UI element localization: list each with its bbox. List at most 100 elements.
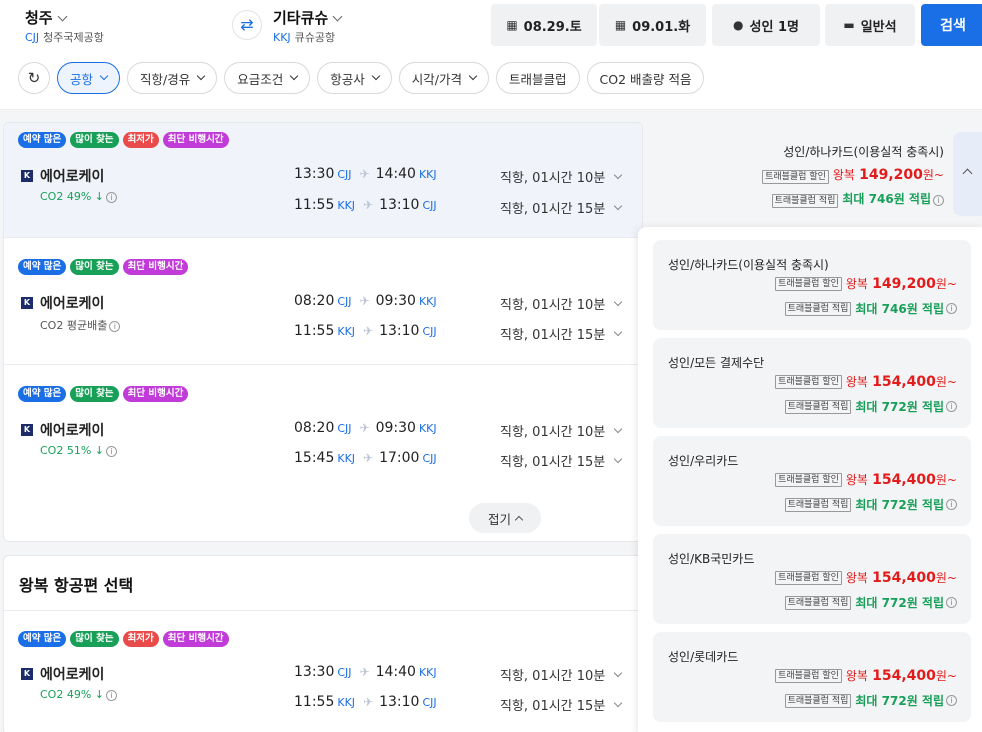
outbound-duration[interactable]: 직항, 01시간 10분 xyxy=(500,167,623,186)
points-line: 트래블클럽 적립 최대 746원 적립 i xyxy=(762,190,944,208)
cabin-button[interactable]: ▬ 일반석 xyxy=(825,4,915,46)
return-date: 09.01.화 xyxy=(632,19,691,35)
arr-airport: CJJ xyxy=(422,695,437,709)
discount-line: 트래블클럽 할인 왕복 154,400 원~ xyxy=(775,471,957,488)
duration-text: 직항, 01시간 10분 xyxy=(500,425,606,440)
swap-icon[interactable]: ⇄ xyxy=(232,10,262,40)
points-line: 트래블클럽 적립 최대 772원 적립 i xyxy=(784,594,957,611)
departure-date-button[interactable]: ▦ 08.29.토 xyxy=(491,4,597,46)
info-icon[interactable]: i xyxy=(946,597,957,608)
price: 154,400 xyxy=(872,471,936,488)
price-option[interactable]: 성인/우리카드 트래블클럽 할인 왕복 154,400 원~ 트래블클럽 적립 최대 … xyxy=(653,436,971,526)
flight-item[interactable]: 예약 많은 많이 찾는 최저가 최단 비행시간 K 에어로케이 CO2 49% ↓… xyxy=(4,611,642,732)
chevron-down-icon xyxy=(614,698,623,707)
won-suffix: 원~ xyxy=(935,669,957,683)
return-leg: 11:55 KKJ ✈ 13:10 CJJ xyxy=(294,323,443,339)
outbound-leg: 08:20 CJJ ✈ 09:30 KKJ xyxy=(294,420,443,436)
filter-fare[interactable]: 요금조건 xyxy=(224,62,311,94)
price: 149,200 xyxy=(872,275,936,292)
dep-airport: KKJ xyxy=(337,451,356,465)
reload-icon[interactable]: ↻ xyxy=(18,62,50,94)
price-collapse-button[interactable] xyxy=(953,132,982,216)
origin-city-selector[interactable]: 청주 xyxy=(25,7,68,28)
price: 154,400 xyxy=(872,569,936,586)
arr-airport: KKJ xyxy=(418,167,437,181)
return-duration[interactable]: 직항, 01시간 15분 xyxy=(500,324,623,343)
chevron-down-icon xyxy=(468,71,478,81)
chevron-down-icon xyxy=(57,11,68,22)
discount-line: 트래블클럽 할인왕복 149,200원~ xyxy=(775,275,957,292)
price-option[interactable]: 성인/롯데카드 트래블클럽 할인 왕복 154,400 원~ 트래블클럽 적립 최대 … xyxy=(653,632,971,722)
search-button[interactable]: 검색 xyxy=(921,4,982,46)
info-icon[interactable]: i xyxy=(933,195,944,206)
duration-text: 직항, 01시간 10분 xyxy=(500,171,606,186)
filter-co2[interactable]: CO2 배출량 적음 xyxy=(586,62,705,94)
dep-time: 11:55 xyxy=(294,323,335,339)
calendar-icon: ▦ xyxy=(506,18,518,32)
co2-info: CO2 51% ↓ i xyxy=(40,444,117,457)
duration-text: 직항, 01시간 15분 xyxy=(500,455,606,470)
info-icon[interactable]: i xyxy=(109,321,121,332)
dep-airport: CJJ xyxy=(337,665,352,679)
airline-logo-icon: K xyxy=(21,424,33,436)
dep-airport: CJJ xyxy=(337,421,352,435)
discount-line: 트래블클럽 할인왕복 149,200원~ xyxy=(762,166,944,184)
chevron-down-icon xyxy=(371,71,381,81)
won-suffix: 원~ xyxy=(935,571,957,585)
flight-group-card: 예약 많은 많이 찾는 최저가 최단 비행시간 K 에어로케이 CO2 49% ↓… xyxy=(3,122,643,542)
chevron-down-icon xyxy=(614,668,623,677)
outbound-duration[interactable]: 직항, 01시간 10분 xyxy=(500,665,623,684)
dep-time: 08:20 xyxy=(294,293,335,309)
filter-time-price[interactable]: 시각/가격 xyxy=(398,62,489,94)
outbound-duration[interactable]: 직항, 01시간 10분 xyxy=(500,421,623,440)
co2-text: CO2 51% ↓ xyxy=(40,444,104,457)
return-leg: 11:55 KKJ ✈ 13:10 CJJ xyxy=(294,197,443,213)
co2-info: CO2 평균배출 i xyxy=(40,317,121,333)
price: 154,400 xyxy=(872,373,936,390)
price-summary[interactable]: 성인/하나카드(이용실적 충족시) 트래블클럽 할인 왕복 149,200원~ 트… xyxy=(762,143,944,208)
info-icon[interactable]: i xyxy=(946,499,957,510)
info-icon[interactable]: i xyxy=(106,446,117,457)
price-option[interactable]: 성인/모든 결제수단 트래블클럽 할인 왕복 154,400 원~ 트래블클럽 적립… xyxy=(653,338,971,428)
roundtrip-label: 왕복 xyxy=(845,571,868,585)
flight-item[interactable]: 예약 많은 많이 찾는 최단 비행시간 K 에어로케이 CO2 평균배출 i 08:… xyxy=(4,238,642,364)
info-icon[interactable]: i xyxy=(106,690,117,701)
filter-label: CO2 배출량 적음 xyxy=(599,71,692,87)
filter-airport[interactable]: 공항 xyxy=(57,62,121,94)
outbound-duration[interactable]: 직항, 01시간 10분 xyxy=(500,294,623,313)
return-duration[interactable]: 직항, 01시간 15분 xyxy=(500,451,623,470)
filter-direct[interactable]: 직항/경유 xyxy=(127,62,218,94)
info-icon[interactable]: i xyxy=(946,401,957,412)
won-suffix: 원~ xyxy=(935,473,957,487)
filter-airline[interactable]: 항공사 xyxy=(317,62,392,94)
collapse-button[interactable]: 접기 xyxy=(469,503,541,533)
airline: K 에어로케이 xyxy=(21,664,104,684)
return-date-button[interactable]: ▦ 09.01.화 xyxy=(599,4,706,46)
calendar-icon: ▦ xyxy=(614,18,627,32)
flight-item[interactable]: 예약 많은 많이 찾는 최단 비행시간 K 에어로케이 CO2 51% ↓ i 08… xyxy=(4,365,642,491)
price-option[interactable]: 성인/하나카드(이용실적 충족시) 트래블클럽 할인 왕복 149,200 원~ 트… xyxy=(653,240,971,330)
dest-airport-name: 큐슈공항 xyxy=(294,31,336,44)
return-duration[interactable]: 직항, 01시간 15분 xyxy=(500,198,623,217)
info-icon[interactable]: i xyxy=(106,192,117,203)
dest-city-selector[interactable]: 기타큐슈 xyxy=(273,7,343,28)
filter-bar: ↻ 공항 직항/경유 요금조건 항공사 시각/가격 트래블클럽 CO2 배출량 … xyxy=(18,62,705,95)
duration-text: 직항, 01시간 15분 xyxy=(500,328,606,343)
info-icon[interactable]: i xyxy=(946,695,957,706)
price-option[interactable]: 성인/KB국민카드 트래블클럽 할인 왕복 154,400 원~ 트래블클럽 적립 최… xyxy=(653,534,971,624)
dep-airport: KKJ xyxy=(337,198,356,212)
info-icon[interactable]: i xyxy=(946,303,957,314)
arr-time: 17:00 xyxy=(379,450,420,466)
chevron-down-icon xyxy=(614,201,623,210)
discount-line: 트래블클럽 할인 왕복 154,400 원~ xyxy=(775,667,957,684)
badge: 최저가 xyxy=(122,132,159,148)
passengers-button[interactable]: ● 성인 1명 xyxy=(712,4,820,46)
plane-icon: ✈ xyxy=(363,695,374,709)
chevron-down-icon xyxy=(614,297,623,306)
filter-travel-club[interactable]: 트래블클럽 xyxy=(495,62,580,94)
filter-label: 요금조건 xyxy=(237,71,284,87)
chevron-down-icon xyxy=(332,11,343,22)
flight-item[interactable]: 예약 많은 많이 찾는 최저가 최단 비행시간 K 에어로케이 CO2 49% ↓… xyxy=(4,123,642,237)
points: 최대 746원 적립 xyxy=(855,302,944,316)
return-duration[interactable]: 직항, 01시간 15분 xyxy=(500,695,623,714)
